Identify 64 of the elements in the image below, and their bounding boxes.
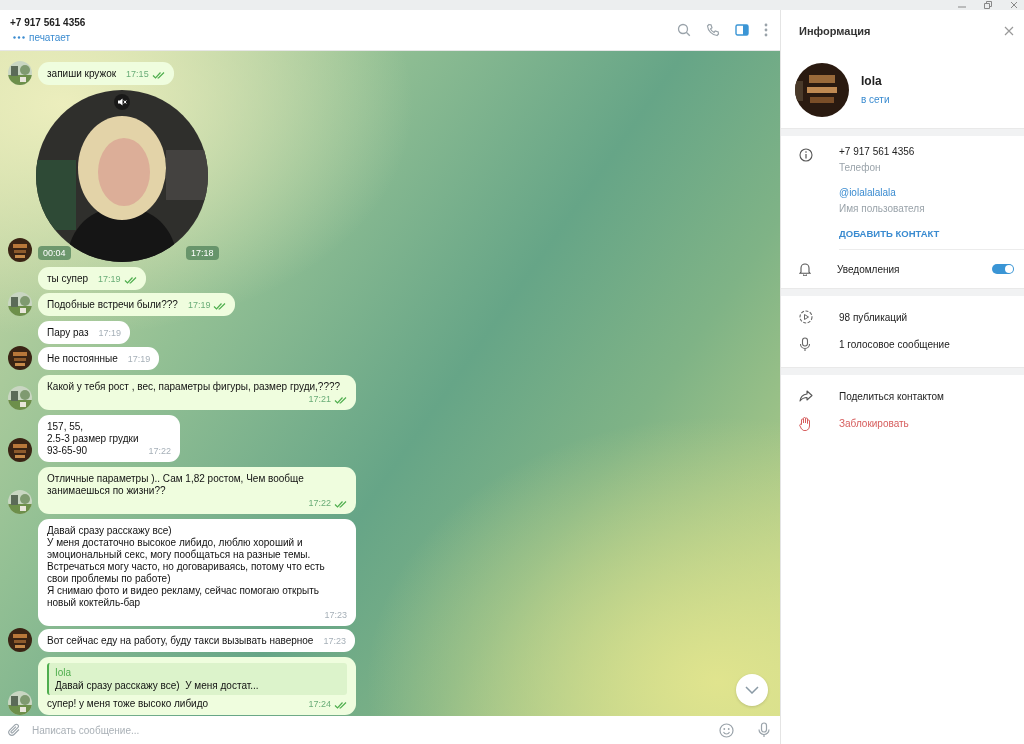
- message-text: Подобные встречи были???: [47, 299, 178, 311]
- message-text: Какой у тебя рост , вес, параметры фигуры, размер груди,????: [47, 381, 341, 393]
- message-text: Не постоянные: [47, 353, 118, 365]
- media-count[interactable]: 98 публикаций: [839, 311, 908, 323]
- field-label: Телефон: [839, 162, 882, 173]
- message-text: 157, 55, 2.5-3 размер грудки 93-65-90: [47, 421, 139, 457]
- online-status: в сети: [861, 94, 890, 105]
- message-time: 17:22: [148, 446, 172, 457]
- message-text: Пару раз: [47, 327, 89, 339]
- close-icon[interactable]: [1004, 25, 1014, 36]
- contact-name: Iola: [861, 74, 883, 88]
- restore-icon[interactable]: [984, 1, 992, 9]
- message-time: 17:15: [126, 69, 149, 80]
- hand-icon: [799, 416, 811, 431]
- panel-title: Информация: [799, 24, 871, 37]
- attach-icon[interactable]: [8, 723, 22, 737]
- message-time: 17:22: [308, 498, 331, 509]
- username-link[interactable]: @iolalalalala: [839, 187, 1024, 198]
- microphone-icon: [799, 337, 811, 352]
- chevron-down-icon: [745, 686, 759, 694]
- message-time: 17:23: [323, 636, 346, 647]
- close-icon[interactable]: [1010, 1, 1018, 9]
- message-text: Вот сейчас еду на работу, буду такси вызывать наверное: [47, 635, 314, 647]
- message-time: 17:19: [98, 328, 122, 339]
- scroll-down-button[interactable]: [736, 674, 768, 706]
- notifications-label: Уведомления: [837, 263, 901, 275]
- message-text: Давай сразу расскажу все) У меня достаточно высокое либидо, люблю хороший и эмоциональный секс, могу пообщаться на разные темы. Встречаться могу часто, но договариваясь, потому что есть свои проблемы по работе) Я снимаю фото и видео рекламу, сейчас помогаю открыть новый коктейль-бар: [47, 525, 326, 609]
- chat-title: +7 917 561 4356: [10, 17, 86, 28]
- quote-author: Iola: [55, 666, 73, 679]
- mute-icon[interactable]: [114, 94, 130, 110]
- field-label: Имя пользователя: [839, 203, 926, 214]
- video-duration: 00:04: [38, 246, 71, 260]
- block-link[interactable]: Заблокировать: [839, 418, 909, 429]
- media-count[interactable]: 1 голосовое сообщение: [839, 339, 950, 350]
- typing-status: печатает: [29, 32, 71, 43]
- message-input[interactable]: Написать сообщение...: [32, 722, 709, 738]
- typing-dots-icon: [13, 36, 25, 39]
- more-icon[interactable]: [764, 23, 768, 37]
- microphone-icon[interactable]: [758, 722, 770, 738]
- share-link[interactable]: Поделиться контактом: [839, 390, 944, 402]
- reply-quote[interactable]: Iola Давай сразу расскажу все) У меня достат...: [47, 663, 347, 695]
- message-time: 17:24: [308, 699, 331, 710]
- message-text: ты супер: [47, 273, 89, 285]
- message-time: 17:19: [127, 354, 151, 365]
- message-time: 17:19: [98, 274, 121, 285]
- info-icon: [799, 148, 813, 162]
- message-time: 17:23: [324, 610, 347, 621]
- share-arrow-icon: [799, 390, 813, 402]
- emoji-icon[interactable]: [719, 722, 734, 738]
- phone-number[interactable]: +7 917 561 4356: [839, 146, 1024, 157]
- video-time: 17:18: [186, 246, 219, 260]
- play-circle-icon: [799, 310, 813, 324]
- notifications-toggle[interactable]: [992, 264, 1014, 274]
- search-icon[interactable]: [677, 23, 691, 37]
- phone-icon[interactable]: [706, 23, 720, 37]
- message-text: Отличные параметры ).. Сам 1,82 ростом, Чем вообще занимаешься по жизни??: [47, 473, 305, 497]
- bell-icon: [799, 262, 811, 276]
- add-contact-button[interactable]: ДОБАВИТЬ КОНТАКТ: [839, 228, 940, 239]
- message-text: запиши кружок: [47, 68, 117, 80]
- message-time: 17:19: [187, 300, 211, 311]
- message-time: 17:21: [308, 394, 331, 405]
- sidebar-toggle-icon[interactable]: [735, 23, 749, 37]
- message-text: супер! у меня тоже высоко либидо: [47, 698, 209, 710]
- quote-text: Давай сразу расскажу все) У меня достат...: [55, 679, 260, 692]
